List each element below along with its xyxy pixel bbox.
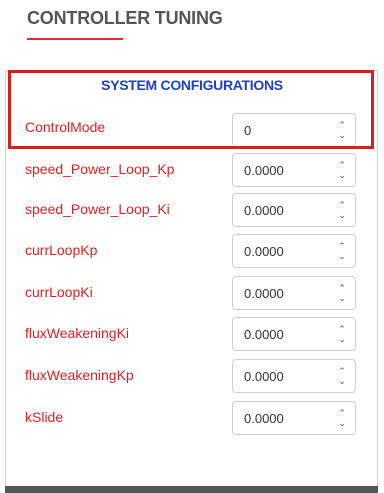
param-label: fluxWeakeningKi [25,325,130,341]
flux-weakening-ki-input[interactable]: 0.0000 ⌃ ⌄ [232,317,356,351]
param-label: currLoopKp [25,242,98,258]
panel-footer-bar [5,486,378,493]
highlight-box [8,70,374,149]
param-row-k-slide: kSlide 0.0000 ⌃ ⌄ [0,401,384,435]
chevron-up-icon[interactable]: ⌃ [337,366,347,376]
chevron-up-icon[interactable]: ⌃ [337,283,347,293]
param-value: 0.0000 [244,411,284,426]
spinner[interactable]: ⌃ ⌄ [337,324,347,344]
chevron-up-icon[interactable]: ⌃ [337,324,347,334]
param-row-flux-weakening-ki: fluxWeakeningKi 0.0000 ⌃ ⌄ [0,317,384,351]
chevron-down-icon[interactable]: ⌄ [337,170,347,180]
chevron-down-icon[interactable]: ⌄ [337,251,347,261]
spinner[interactable]: ⌃ ⌄ [337,283,347,303]
chevron-up-icon[interactable]: ⌃ [337,241,347,251]
param-label: kSlide [25,409,64,425]
param-row-curr-loop-ki: currLoopKi 0.0000 ⌃ ⌄ [0,276,384,310]
param-row-speed-power-loop-ki: speed_Power_Loop_Ki 0.0000 ⌃ ⌄ [0,193,384,227]
param-label: currLoopKi [25,284,93,300]
spinner[interactable]: ⌃ ⌄ [337,200,347,220]
param-value: 0.0000 [244,369,284,384]
spinner[interactable]: ⌃ ⌄ [337,408,347,428]
param-value: 0.0000 [244,163,284,178]
speed-power-loop-ki-input[interactable]: 0.0000 ⌃ ⌄ [232,193,356,227]
chevron-down-icon[interactable]: ⌄ [337,376,347,386]
param-label: speed_Power_Loop_Ki [25,201,170,217]
spinner[interactable]: ⌃ ⌄ [337,160,347,180]
page-title: CONTROLLER TUNING [27,8,223,28]
chevron-up-icon[interactable]: ⌃ [337,200,347,210]
param-value: 0.0000 [244,286,284,301]
chevron-up-icon[interactable]: ⌃ [337,160,347,170]
param-label: speed_Power_Loop_Kp [25,161,175,177]
title-underline [27,38,123,40]
speed-power-loop-kp-input[interactable]: 0.0000 ⌃ ⌄ [232,153,356,187]
curr-loop-ki-input[interactable]: 0.0000 ⌃ ⌄ [232,276,356,310]
param-row-curr-loop-kp: currLoopKp 0.0000 ⌃ ⌄ [0,234,384,268]
spinner[interactable]: ⌃ ⌄ [337,366,347,386]
chevron-down-icon[interactable]: ⌄ [337,293,347,303]
param-row-speed-power-loop-kp: speed_Power_Loop_Kp 0.0000 ⌃ ⌄ [0,153,384,187]
chevron-down-icon[interactable]: ⌄ [337,334,347,344]
k-slide-input[interactable]: 0.0000 ⌃ ⌄ [232,401,356,435]
param-value: 0.0000 [244,244,284,259]
curr-loop-kp-input[interactable]: 0.0000 ⌃ ⌄ [232,234,356,268]
param-label: fluxWeakeningKp [25,367,134,383]
flux-weakening-kp-input[interactable]: 0.0000 ⌃ ⌄ [232,359,356,393]
param-value: 0.0000 [244,327,284,342]
param-row-flux-weakening-kp: fluxWeakeningKp 0.0000 ⌃ ⌄ [0,359,384,393]
chevron-down-icon[interactable]: ⌄ [337,418,347,428]
spinner[interactable]: ⌃ ⌄ [337,241,347,261]
param-value: 0.0000 [244,203,284,218]
chevron-down-icon[interactable]: ⌄ [337,210,347,220]
chevron-up-icon[interactable]: ⌃ [337,408,347,418]
